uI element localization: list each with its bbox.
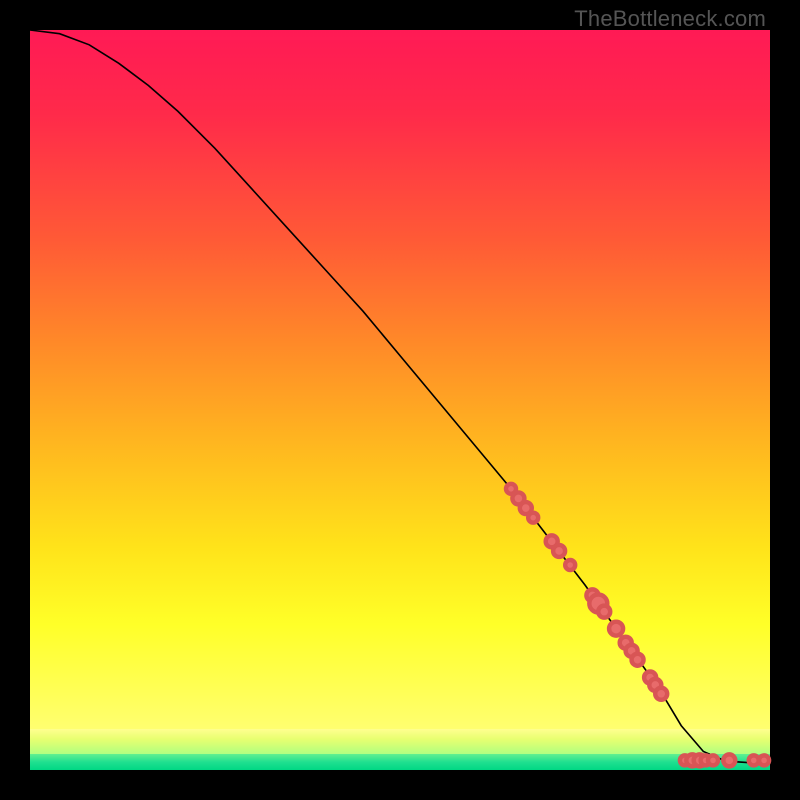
data-point (598, 606, 610, 618)
data-point (708, 755, 718, 765)
highlight-dots (506, 484, 769, 767)
watermark-text: TheBottleneck.com (574, 6, 766, 32)
chart-svg (30, 30, 770, 770)
data-point (609, 622, 623, 636)
data-point (528, 513, 538, 523)
data-point (553, 545, 565, 557)
data-point (723, 754, 735, 766)
data-point (655, 688, 667, 700)
data-point (565, 560, 575, 570)
data-point (759, 755, 769, 765)
data-point (632, 654, 644, 666)
bottleneck-curve (30, 30, 770, 763)
